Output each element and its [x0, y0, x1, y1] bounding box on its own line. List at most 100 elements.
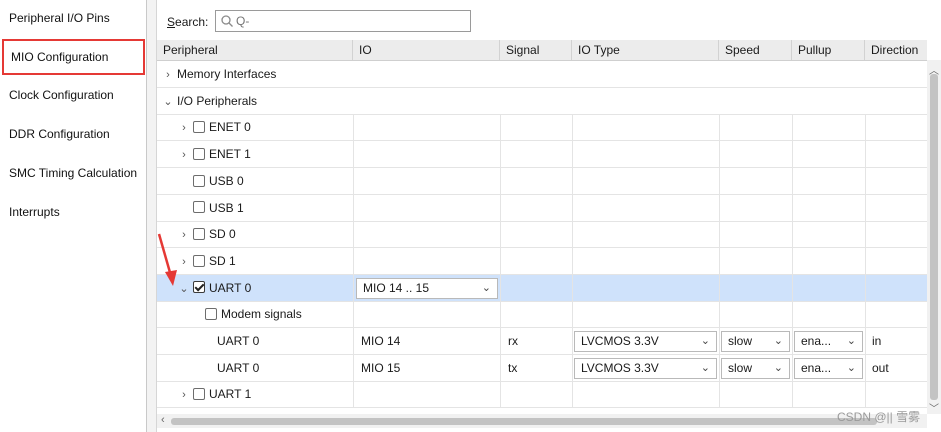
- chevron-down-icon: ⌄: [481, 281, 491, 294]
- horizontal-scrollbar[interactable]: ‹: [157, 414, 927, 428]
- expand-right-icon[interactable]: ›: [179, 115, 189, 140]
- scroll-down-icon[interactable]: ﹀: [927, 400, 941, 415]
- sidebar-item-smc-timing-calculation[interactable]: SMC Timing Calculation: [0, 155, 146, 191]
- column-divider: [572, 221, 573, 248]
- column-divider: [719, 274, 720, 301]
- column-divider: [792, 274, 793, 301]
- table-row[interactable]: › UART 1: [157, 381, 927, 409]
- sidebar-item-interrupts[interactable]: Interrupts: [0, 194, 146, 230]
- vertical-scroll-thumb[interactable]: [930, 74, 938, 400]
- search-input[interactable]: [236, 13, 464, 29]
- column-header-io-type[interactable]: IO Type: [572, 40, 719, 60]
- table-row[interactable]: ⌄ I/O Peripherals: [157, 88, 927, 115]
- enable-checkbox[interactable]: [193, 281, 205, 294]
- cell-peripheral: USB 1: [179, 195, 353, 221]
- column-divider: [719, 114, 720, 141]
- scroll-left-icon[interactable]: ‹: [161, 414, 165, 426]
- column-divider: [353, 114, 354, 141]
- column-header-signal[interactable]: Signal: [500, 40, 572, 60]
- column-header-speed[interactable]: Speed: [719, 40, 792, 60]
- column-header-io[interactable]: IO: [353, 40, 500, 60]
- search-label: Search:: [167, 15, 208, 29]
- column-divider: [353, 247, 354, 274]
- table-row[interactable]: UART 0 MIO 14 rx LVCMOS 3.3V ⌄ slow ⌄ ena... ⌄ in: [157, 328, 927, 355]
- table-row[interactable]: Modem signals: [157, 301, 927, 329]
- cell-peripheral: UART 0: [217, 355, 353, 381]
- splitter-handle[interactable]: [147, 0, 157, 432]
- enable-checkbox[interactable]: [193, 388, 205, 401]
- cell-direction: in: [872, 334, 882, 348]
- column-divider: [572, 141, 573, 168]
- column-divider: [353, 221, 354, 248]
- chevron-down-icon: ⌄: [773, 335, 783, 347]
- column-header-direction[interactable]: Direction: [865, 40, 927, 60]
- column-divider: [500, 221, 501, 248]
- expand-down-icon[interactable]: ⌄: [163, 89, 173, 114]
- annotation-arrow-icon: [157, 233, 177, 286]
- enable-checkbox[interactable]: [205, 308, 217, 321]
- column-divider: [865, 221, 866, 248]
- speed-select[interactable]: slow ⌄: [721, 331, 790, 352]
- expand-right-icon[interactable]: ›: [163, 62, 173, 87]
- expand-right-icon[interactable]: ›: [179, 142, 189, 167]
- vertical-scrollbar[interactable]: ︿ ﹀: [927, 60, 941, 415]
- column-divider: [572, 247, 573, 274]
- column-divider: [500, 141, 501, 168]
- speed-select[interactable]: slow ⌄: [721, 357, 790, 379]
- table-row[interactable]: USB 0: [157, 167, 927, 195]
- enable-checkbox[interactable]: [193, 201, 205, 214]
- chevron-down-icon: ⌄: [773, 361, 783, 374]
- io-type-select-value: LVCMOS 3.3V: [581, 360, 659, 375]
- column-divider: [500, 381, 501, 408]
- column-divider: [865, 354, 866, 381]
- sidebar-item-peripheral-io-pins[interactable]: Peripheral I/O Pins: [0, 0, 146, 36]
- pullup-select[interactable]: ena... ⌄: [794, 331, 863, 352]
- column-divider: [792, 354, 793, 381]
- table-row[interactable]: USB 1: [157, 194, 927, 222]
- peripheral-label: UART 0: [217, 334, 260, 348]
- column-header-peripheral[interactable]: Peripheral: [157, 40, 353, 60]
- table-row[interactable]: › Memory Interfaces: [157, 61, 927, 88]
- enable-checkbox[interactable]: [193, 174, 205, 187]
- enable-checkbox[interactable]: [193, 121, 205, 134]
- column-divider: [719, 247, 720, 274]
- io-type-select-value: LVCMOS 3.3V: [581, 334, 659, 348]
- column-divider: [353, 167, 354, 194]
- io-select[interactable]: MIO 14 .. 15 ⌄: [356, 277, 498, 299]
- horizontal-scroll-thumb[interactable]: [171, 418, 877, 425]
- table-row[interactable]: ⌄ UART 0 MIO 14 .. 15 ⌄: [157, 274, 927, 302]
- chevron-down-icon: ⌄: [846, 361, 856, 374]
- column-header-pullup[interactable]: Pullup: [792, 40, 865, 60]
- cell-peripheral: › SD 0: [179, 221, 353, 247]
- speed-select-value: slow: [728, 334, 753, 348]
- search-box[interactable]: [215, 10, 471, 32]
- table-row[interactable]: › SD 0: [157, 221, 927, 249]
- table-row[interactable]: UART 0 MIO 15 tx LVCMOS 3.3V ⌄ slow ⌄ ena... ⌄ ou…: [157, 354, 927, 382]
- search-icon: [221, 15, 233, 27]
- pullup-select[interactable]: ena... ⌄: [794, 357, 863, 379]
- expand-right-icon[interactable]: ›: [179, 382, 189, 407]
- sidebar-item-ddr-configuration[interactable]: DDR Configuration: [0, 116, 146, 152]
- enable-checkbox[interactable]: [193, 147, 205, 160]
- table-row[interactable]: › SD 1: [157, 247, 927, 275]
- column-divider: [353, 328, 354, 354]
- peripheral-label: UART 0: [217, 360, 260, 375]
- peripheral-label: SD 0: [209, 227, 236, 242]
- peripheral-label: UART 0: [209, 280, 252, 295]
- column-divider: [572, 167, 573, 194]
- column-divider: [572, 381, 573, 408]
- cell-peripheral: › SD 1: [179, 248, 353, 274]
- io-type-select[interactable]: LVCMOS 3.3V ⌄: [574, 331, 717, 352]
- column-divider: [353, 381, 354, 408]
- sidebar-item-mio-configuration[interactable]: MIO Configuration: [2, 39, 145, 75]
- enable-checkbox[interactable]: [193, 228, 205, 241]
- enable-checkbox[interactable]: [193, 254, 205, 267]
- io-type-select[interactable]: LVCMOS 3.3V ⌄: [574, 357, 717, 379]
- table-row[interactable]: › ENET 0: [157, 114, 927, 142]
- cell-peripheral: Modem signals: [205, 301, 353, 327]
- column-divider: [500, 354, 501, 381]
- table-row[interactable]: › ENET 1: [157, 141, 927, 169]
- watermark: CSDN @|| 雪雾: [837, 410, 921, 424]
- peripheral-label: USB 0: [209, 173, 244, 188]
- sidebar-item-clock-configuration[interactable]: Clock Configuration: [0, 77, 146, 113]
